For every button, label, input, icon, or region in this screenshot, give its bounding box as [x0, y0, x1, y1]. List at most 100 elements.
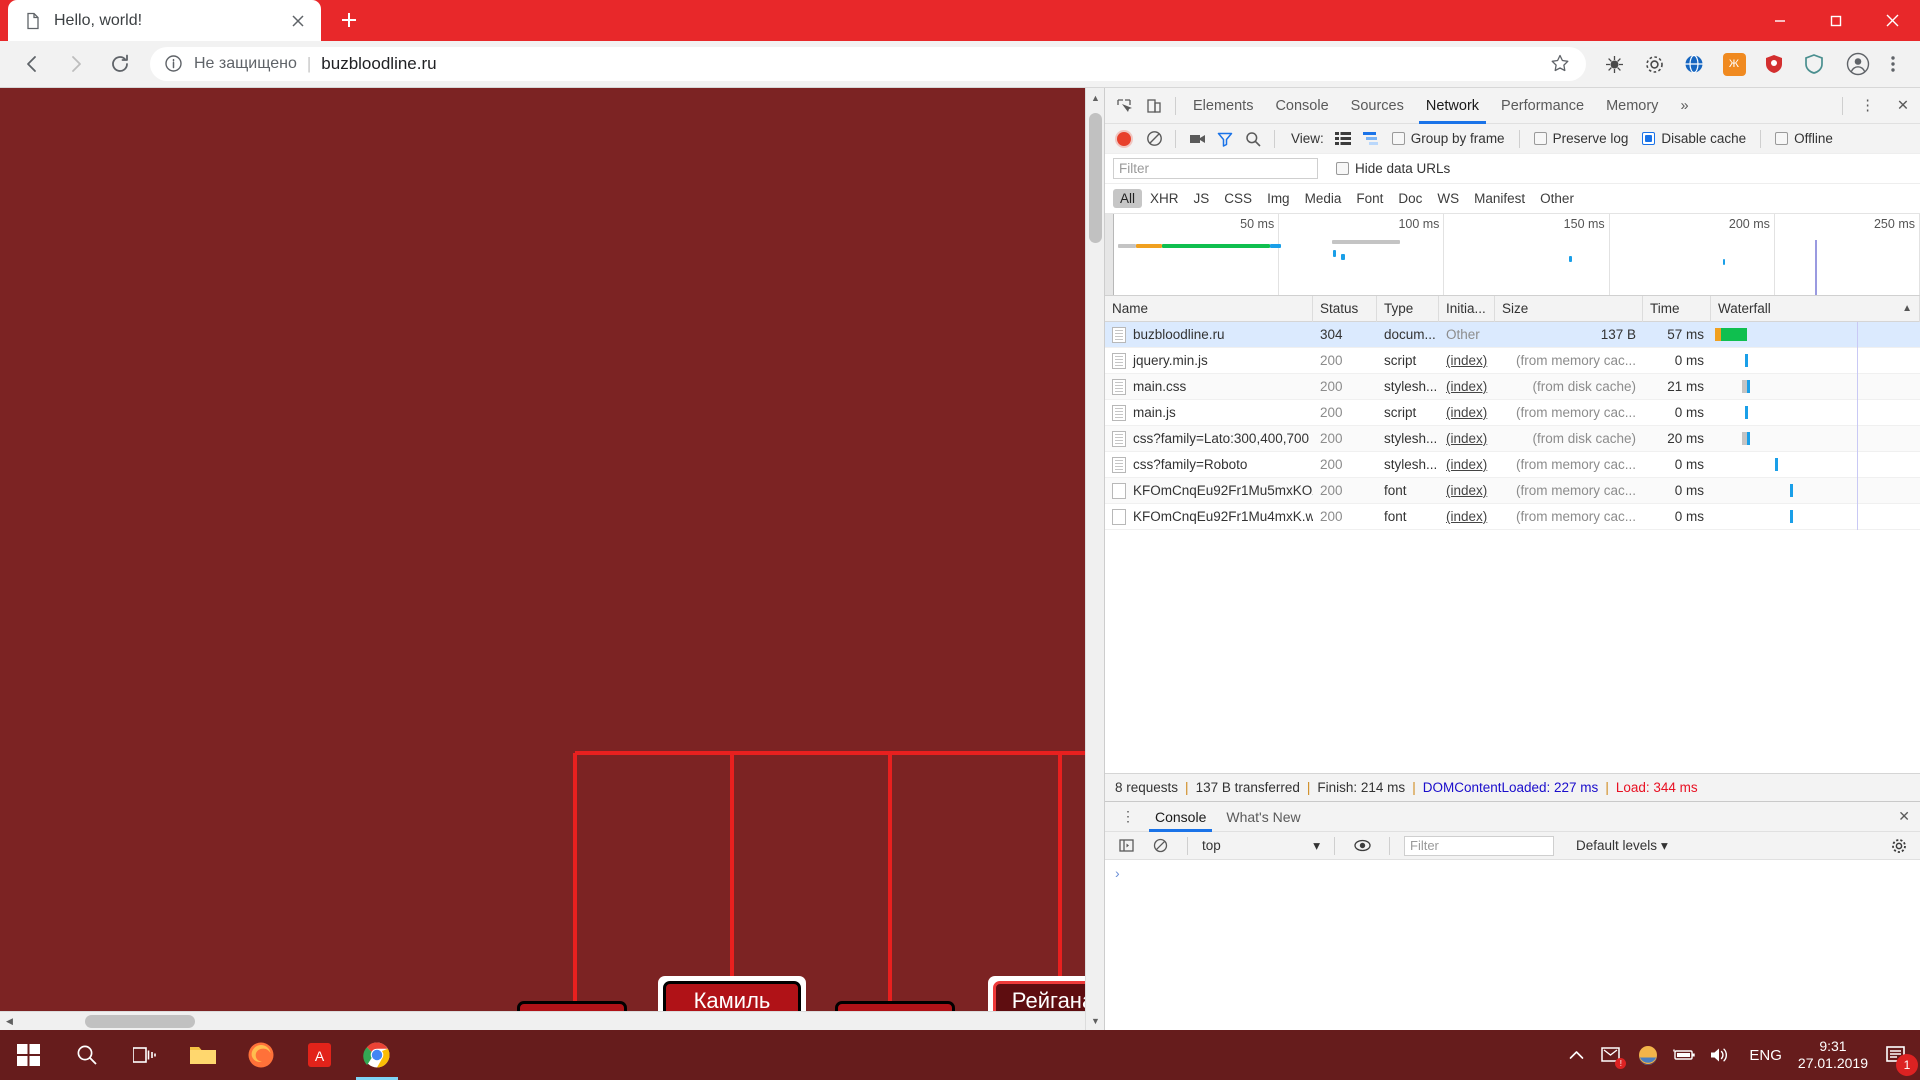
cell-initiator[interactable]: (index) — [1439, 478, 1495, 504]
console-levels-selector[interactable]: Default levels ▾ — [1576, 838, 1668, 854]
start-button[interactable] — [0, 1030, 58, 1080]
tab-memory[interactable]: Memory — [1595, 88, 1669, 124]
taskbar-app-google-chrome[interactable] — [348, 1030, 406, 1080]
cell-initiator[interactable]: (index) — [1439, 426, 1495, 452]
table-row[interactable]: KFOmCnqEu92Fr1Mu4mxK.wo... 200 font (ind… — [1105, 503, 1920, 530]
checkbox-box[interactable] — [1336, 162, 1349, 175]
network-filter-input[interactable]: Filter — [1113, 158, 1318, 179]
column-header-status[interactable]: Status — [1313, 296, 1377, 322]
notification-center-icon[interactable]: 1 — [1882, 1040, 1918, 1076]
battery-icon[interactable] — [1671, 1042, 1697, 1068]
waterfall-view-icon[interactable] — [1358, 126, 1384, 152]
checkbox-disable-cache[interactable]: Disable cache — [1642, 131, 1746, 146]
table-row[interactable]: main.css 200 stylesh... (index) (from di… — [1105, 373, 1920, 400]
info-icon[interactable] — [164, 54, 184, 74]
cell-initiator[interactable]: (index) — [1439, 400, 1495, 426]
device-toolbar-icon[interactable] — [1139, 91, 1169, 121]
back-button[interactable] — [14, 46, 50, 82]
column-header-name[interactable]: Name — [1105, 296, 1313, 322]
type-filter-manifest[interactable]: Manifest — [1467, 189, 1532, 208]
column-header-size[interactable]: Size — [1495, 296, 1643, 322]
address-bar[interactable]: Не защищено | buzbloodline.ru — [150, 47, 1586, 81]
checkbox-box[interactable] — [1642, 132, 1656, 145]
console-output[interactable]: › — [1105, 860, 1920, 1030]
clear-console-icon[interactable] — [1147, 833, 1173, 859]
tab-sources[interactable]: Sources — [1340, 88, 1415, 124]
type-filter-img[interactable]: Img — [1260, 189, 1297, 208]
cell-initiator[interactable]: (index) — [1439, 504, 1495, 530]
tab-performance[interactable]: Performance — [1490, 88, 1595, 124]
network-overview-timeline[interactable]: 50 ms 100 ms 150 ms 200 ms 250 ms — [1105, 214, 1920, 296]
tab-network[interactable]: Network — [1415, 88, 1490, 124]
extension-gear-icon[interactable] — [1637, 47, 1671, 81]
cell-initiator[interactable]: (index) — [1439, 348, 1495, 374]
drawer-tab-whats-new[interactable]: What's New — [1216, 802, 1310, 832]
table-row[interactable]: css?family=Lato:300,400,700 200 stylesh.… — [1105, 425, 1920, 452]
checkbox-box[interactable] — [1533, 132, 1547, 145]
extension-spider-icon[interactable] — [1597, 47, 1631, 81]
page-horizontal-scrollbar[interactable]: ◀ ▶ — [0, 1011, 1104, 1030]
horizontal-scroll-thumb[interactable] — [85, 1015, 195, 1028]
task-view-icon[interactable] — [116, 1030, 174, 1080]
checkbox-box[interactable] — [1391, 132, 1405, 145]
console-filter-input[interactable]: Filter — [1404, 835, 1554, 856]
mail-icon[interactable] — [1635, 1042, 1661, 1068]
page-viewport[interactable]: Гурият Камиль Беневша Шамиль Рейгана Бей… — [0, 88, 1104, 1030]
clear-icon[interactable] — [1141, 126, 1167, 152]
type-filter-xhr[interactable]: XHR — [1143, 189, 1186, 208]
browser-tab[interactable]: Hello, world! — [8, 0, 321, 41]
devtools-close-icon[interactable]: ✕ — [1886, 88, 1920, 124]
clock[interactable]: 9:31 27.01.2019 — [1798, 1038, 1868, 1073]
checkbox-box[interactable] — [1775, 132, 1789, 145]
console-sidebar-toggle-icon[interactable] — [1113, 833, 1139, 859]
profile-avatar[interactable] — [1840, 46, 1876, 82]
vertical-scroll-thumb[interactable] — [1089, 113, 1102, 243]
checkbox-group-by-frame[interactable]: Group by frame — [1391, 131, 1505, 146]
record-button[interactable] — [1117, 131, 1131, 146]
bookmark-star-icon[interactable] — [1550, 53, 1572, 75]
table-row[interactable]: buzbloodline.ru 304 docum... Other 137 B… — [1105, 321, 1920, 348]
maximize-button[interactable] — [1808, 0, 1864, 41]
checkbox-hide-data-urls[interactable]: Hide data URLs — [1336, 161, 1450, 176]
type-filter-other[interactable]: Other — [1533, 189, 1581, 208]
type-filter-media[interactable]: Media — [1298, 189, 1349, 208]
column-header-waterfall[interactable]: Waterfall ▲ — [1711, 296, 1920, 322]
type-filter-font[interactable]: Font — [1349, 189, 1390, 208]
search-icon[interactable] — [1240, 126, 1266, 152]
column-header-type[interactable]: Type — [1377, 296, 1439, 322]
column-header-time[interactable]: Time — [1643, 296, 1711, 322]
table-row[interactable]: main.js 200 script (index) (from memory … — [1105, 399, 1920, 426]
onedrive-error-icon[interactable]: ! — [1599, 1042, 1627, 1069]
type-filter-css[interactable]: CSS — [1217, 189, 1259, 208]
extension-teal-shield-icon[interactable] — [1797, 47, 1831, 81]
new-tab-button[interactable] — [331, 2, 367, 38]
drawer-menu-icon[interactable]: ⋮ — [1111, 802, 1145, 832]
type-filter-js[interactable]: JS — [1187, 189, 1217, 208]
extension-orange-icon[interactable]: Ж — [1717, 47, 1751, 81]
volume-icon[interactable] — [1707, 1042, 1733, 1068]
type-filter-ws[interactable]: WS — [1430, 189, 1466, 208]
cell-initiator[interactable]: (index) — [1439, 374, 1495, 400]
table-row[interactable]: KFOmCnqEu92Fr1Mu5mxKOzY... 200 font (ind… — [1105, 477, 1920, 504]
tab-elements[interactable]: Elements — [1182, 88, 1264, 124]
drawer-close-icon[interactable]: ✕ — [1888, 802, 1920, 832]
close-icon[interactable] — [285, 8, 311, 34]
minimize-button[interactable] — [1752, 0, 1808, 41]
filter-icon[interactable] — [1212, 126, 1238, 152]
checkbox-preserve-log[interactable]: Preserve log — [1533, 131, 1628, 146]
taskbar-app-file-explorer[interactable] — [174, 1030, 232, 1080]
console-settings-gear-icon[interactable] — [1886, 833, 1912, 859]
table-row[interactable]: css?family=Roboto 200 stylesh... (index)… — [1105, 451, 1920, 478]
close-window-button[interactable] — [1864, 0, 1920, 41]
type-filter-doc[interactable]: Doc — [1391, 189, 1429, 208]
chrome-menu-button[interactable] — [1876, 46, 1910, 82]
live-expression-eye-icon[interactable] — [1349, 833, 1375, 859]
type-filter-all[interactable]: All — [1113, 189, 1143, 208]
inspect-element-icon[interactable] — [1109, 91, 1139, 121]
console-context-selector[interactable]: top ▾ — [1202, 838, 1320, 854]
scroll-down-arrow-icon[interactable]: ▼ — [1086, 1011, 1105, 1030]
taskbar-app-firefox[interactable] — [232, 1030, 290, 1080]
more-tabs-chevron-icon[interactable]: » — [1669, 88, 1699, 124]
scroll-up-arrow-icon[interactable]: ▲ — [1086, 88, 1105, 107]
extension-red-shield-icon[interactable] — [1757, 47, 1791, 81]
